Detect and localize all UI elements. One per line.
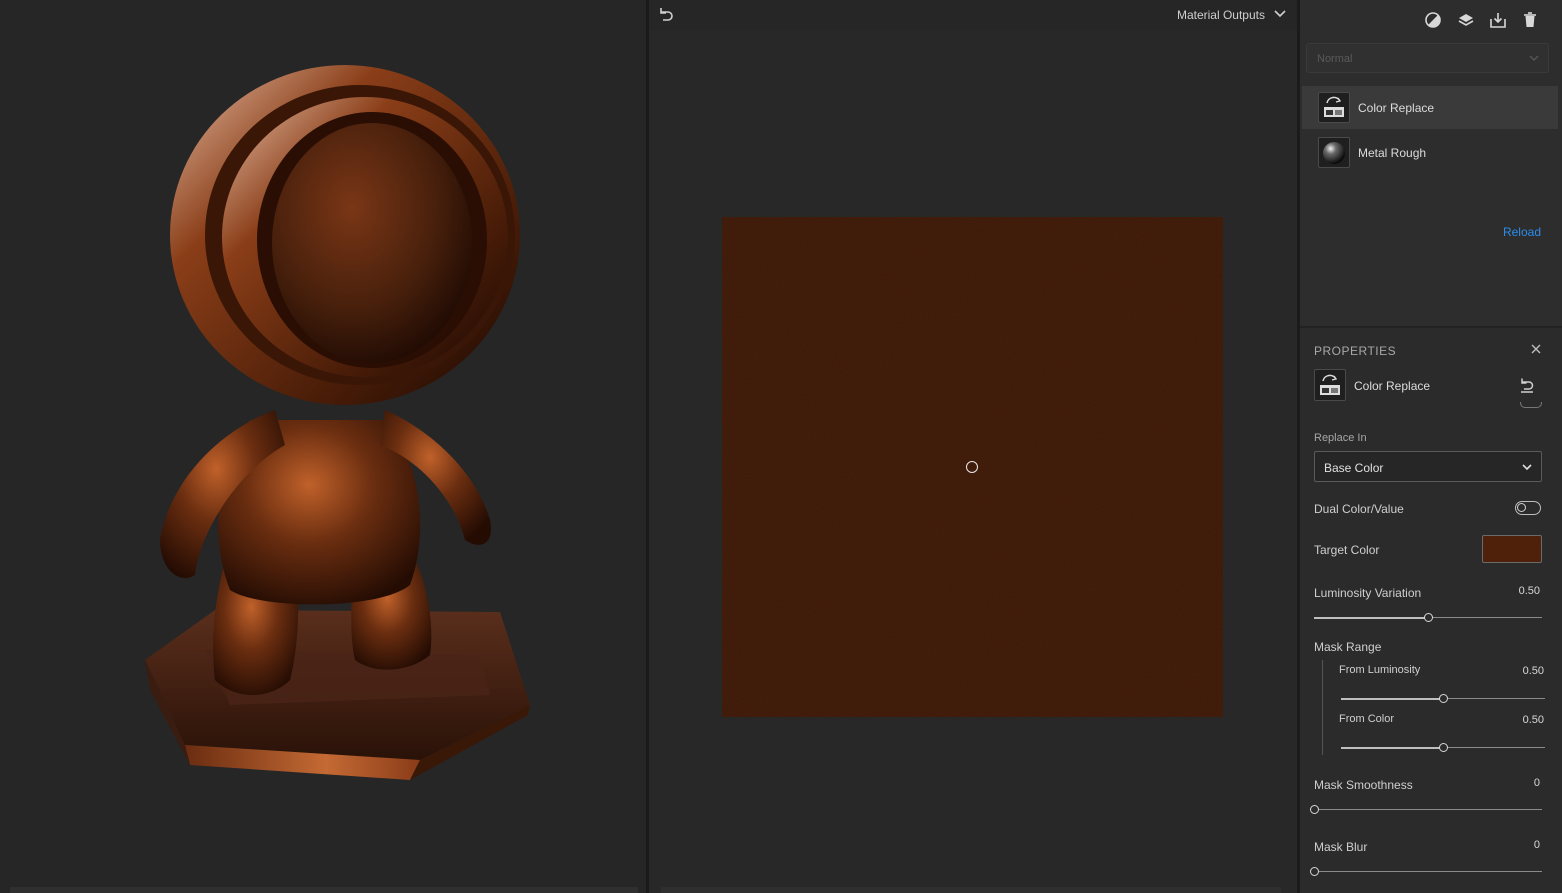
slider-handle[interactable] xyxy=(1423,612,1433,622)
head-face xyxy=(272,123,472,363)
from-luminosity-label: From Luminosity xyxy=(1339,664,1421,676)
slider-fill xyxy=(1341,746,1443,749)
layers-add-icon[interactable] xyxy=(1457,11,1475,29)
layer-label: Color Replace xyxy=(1358,101,1435,115)
from-luminosity-value[interactable]: 0.50 xyxy=(1523,665,1544,677)
mask-range-label: Mask Range xyxy=(1314,640,1382,654)
blend-mode-value: Normal xyxy=(1317,53,1353,65)
target-color-swatch[interactable] xyxy=(1482,535,1542,563)
from-color-label: From Color xyxy=(1339,713,1395,725)
slider-handle[interactable] xyxy=(1309,866,1319,876)
mask-range-group-line xyxy=(1322,660,1323,755)
properties-thumbnail xyxy=(1314,369,1346,401)
mask-blur-label: Mask Blur xyxy=(1314,840,1368,854)
trash-icon[interactable] xyxy=(1521,11,1539,29)
properties-title: Color Replace xyxy=(1354,379,1431,393)
chevron-down-icon[interactable] xyxy=(1273,7,1287,21)
luminosity-variation-value[interactable]: 0.50 xyxy=(1519,585,1540,597)
layer-label: Metal Rough xyxy=(1358,146,1427,160)
picker-cursor xyxy=(966,461,978,473)
slider-fill xyxy=(1314,616,1428,619)
material-preview-mannequin xyxy=(145,65,530,780)
dual-color-toggle[interactable] xyxy=(1515,501,1541,515)
slider-track[interactable] xyxy=(1314,871,1542,872)
scrolled-out-row xyxy=(1314,402,1546,412)
reload-link[interactable]: Reload xyxy=(1503,225,1541,239)
material-ball-icon[interactable] xyxy=(1424,11,1442,29)
layer-item-metal-rough[interactable]: Metal Rough xyxy=(1302,131,1558,174)
from-color-value[interactable]: 0.50 xyxy=(1523,714,1544,726)
layer-item-color-replace[interactable]: Color Replace xyxy=(1302,86,1558,129)
mask-blur-value[interactable]: 0 xyxy=(1534,839,1540,851)
viewport-2d[interactable]: Material Outputs xyxy=(649,0,1297,893)
close-icon[interactable] xyxy=(1530,343,1542,355)
target-color-label: Target Color xyxy=(1314,543,1380,557)
replace-in-label: Replace In xyxy=(1314,432,1367,444)
panel-splitter[interactable] xyxy=(1300,326,1562,328)
material-outputs-dropdown[interactable]: Material Outputs xyxy=(1177,8,1265,22)
metal-rough-thumbnail xyxy=(1318,137,1350,168)
reset-icon[interactable] xyxy=(1518,377,1536,393)
replace-in-select[interactable]: Base Color xyxy=(1314,451,1542,482)
viewport-2d-scrollbar[interactable] xyxy=(661,887,1281,893)
slider-handle[interactable] xyxy=(1438,693,1448,703)
toggle-knob xyxy=(1517,503,1526,512)
viewport-3d-scrollbar[interactable] xyxy=(10,887,638,893)
viewport-3d[interactable] xyxy=(0,0,646,893)
slider-track[interactable] xyxy=(1314,809,1542,810)
slider-handle[interactable] xyxy=(1438,742,1448,752)
undo-icon[interactable] xyxy=(657,6,675,24)
right-panel: Normal Color Replace Metal Rough Reload … xyxy=(1300,0,1562,893)
viewport-2d-toolbar: Material Outputs xyxy=(649,0,1297,30)
luminosity-variation-label: Luminosity Variation xyxy=(1314,586,1422,600)
slider-fill xyxy=(1341,697,1443,700)
blend-mode-select[interactable]: Normal xyxy=(1306,43,1549,73)
layers-panel: Normal Color Replace Metal Rough Reload xyxy=(1300,0,1562,326)
replace-in-value: Base Color xyxy=(1324,461,1384,475)
mask-smoothness-value[interactable]: 0 xyxy=(1534,777,1540,789)
color-replace-thumbnail xyxy=(1318,92,1350,123)
properties-header: PROPERTIES xyxy=(1314,344,1397,358)
dual-color-label: Dual Color/Value xyxy=(1314,502,1404,516)
chevron-down-icon xyxy=(1529,55,1539,62)
mask-smoothness-label: Mask Smoothness xyxy=(1314,778,1413,792)
chevron-down-icon xyxy=(1522,464,1532,471)
slider-handle[interactable] xyxy=(1309,804,1319,814)
export-icon[interactable] xyxy=(1489,11,1507,29)
